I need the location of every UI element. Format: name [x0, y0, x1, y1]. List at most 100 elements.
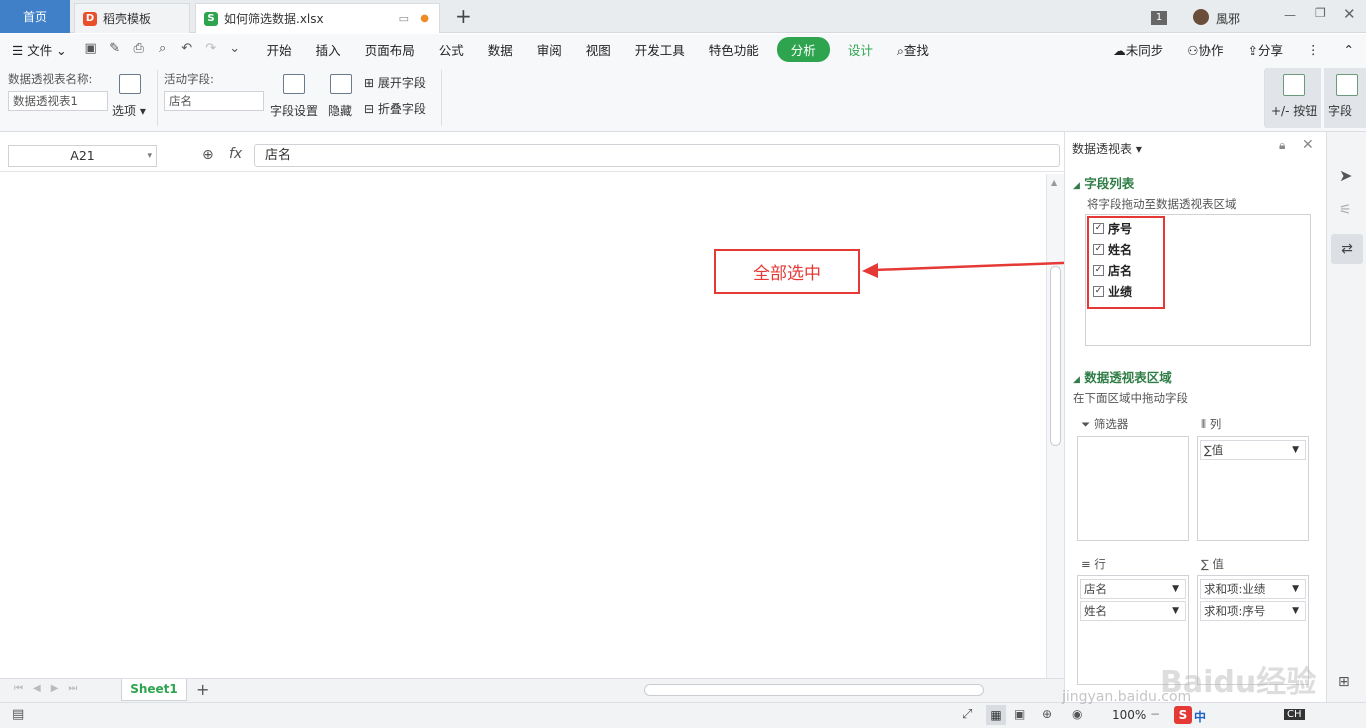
tab-bar: 首页 D 稻壳模板 S 如何筛选数据.xlsx ▭ ● + 1 風邪 — ❐ ✕: [0, 0, 1366, 33]
avatar[interactable]: [1193, 9, 1209, 25]
collapse-field-button[interactable]: ⊟ 折叠字段: [364, 100, 426, 117]
value-item-seq[interactable]: 求和项:序号 ▼: [1200, 601, 1306, 621]
vertical-scroll-thumb[interactable]: [1050, 266, 1061, 446]
filter-zone[interactable]: [1077, 436, 1189, 541]
search-icon: ⌕: [896, 42, 904, 58]
ime-language-icon[interactable]: CH: [1284, 709, 1305, 720]
collapse-ribbon-icon[interactable]: ⌃: [1332, 42, 1366, 57]
close-window-icon[interactable]: ✕: [1343, 5, 1356, 23]
menu-insert[interactable]: 插入: [304, 40, 353, 59]
zoom-level[interactable]: 100%: [1112, 708, 1146, 722]
zoom-formula-icon[interactable]: ⊕: [202, 147, 214, 163]
name-box-dropdown-icon[interactable]: ▾: [147, 146, 152, 166]
column-item-values[interactable]: ∑值 ▼: [1200, 440, 1306, 460]
sheet-nav-icons[interactable]: ⏮◀▶⏭: [14, 683, 87, 694]
fx-icon[interactable]: fx: [229, 146, 242, 162]
restore-icon[interactable]: ❐: [1315, 6, 1326, 20]
file-menu[interactable]: ☰ 文件 ⌄: [0, 40, 79, 59]
active-field-input[interactable]: 店名: [164, 91, 264, 111]
row-item-store[interactable]: 店名 ▼: [1080, 579, 1186, 599]
file-menu-label: 文件: [27, 42, 53, 58]
row-item-name[interactable]: 姓名 ▼: [1080, 601, 1186, 621]
panel-title[interactable]: 数据透视表 ▾: [1072, 140, 1142, 157]
pivot-panel-toggle-icon[interactable]: ⇄: [1331, 234, 1363, 264]
name-box[interactable]: A21 ▾: [8, 145, 157, 167]
spreadsheet-grid[interactable]: [0, 174, 1046, 678]
menu-page-layout[interactable]: 页面布局: [353, 40, 427, 59]
field-settings-button[interactable]: 字段设置: [270, 102, 318, 119]
horizontal-scroll-thumb[interactable]: [644, 684, 984, 696]
plus-minus-label: +/- 按钮: [1271, 104, 1318, 118]
monitor-icon[interactable]: ▭: [399, 12, 409, 25]
sheet-tab-sheet1[interactable]: Sheet1: [121, 679, 187, 701]
lock-icon[interactable]: 🔒︎: [1279, 138, 1285, 153]
new-tab-button[interactable]: +: [455, 4, 472, 28]
zoom-out-icon[interactable]: −: [1150, 707, 1160, 721]
menu-start[interactable]: 开始: [255, 40, 304, 59]
undo-icon[interactable]: ↶: [178, 41, 196, 57]
menu-view[interactable]: 视图: [574, 40, 623, 59]
expand-field-button[interactable]: ⊞ 展开字段: [364, 74, 426, 91]
format-painter-icon[interactable]: ✎: [106, 41, 124, 57]
hide-button[interactable]: 隐藏: [328, 102, 352, 119]
dropdown-icon[interactable]: ▼: [1292, 441, 1299, 459]
fullscreen-icon[interactable]: ⤢: [962, 707, 972, 722]
save-icon[interactable]: ▣: [82, 41, 100, 57]
field-headers-button[interactable]: 字段: [1324, 68, 1366, 128]
dropdown-icon[interactable]: ▼: [1292, 580, 1299, 598]
ime-mode[interactable]: 中: [1194, 708, 1206, 725]
sync-button[interactable]: ☁未同步: [1101, 40, 1175, 59]
menu-formula[interactable]: 公式: [427, 40, 476, 59]
menu-review[interactable]: 审阅: [525, 40, 574, 59]
print-preview-icon[interactable]: ⌕: [154, 41, 172, 57]
menu-special[interactable]: 特色功能: [697, 40, 771, 59]
dropdown-icon[interactable]: ▼: [1292, 602, 1299, 620]
hide-icon: [330, 74, 352, 94]
cursor-tool-icon[interactable]: ➤: [1339, 166, 1352, 185]
plus-minus-button[interactable]: +/- 按钮: [1265, 68, 1321, 128]
print-icon[interactable]: ⎙: [130, 41, 148, 57]
share-button[interactable]: ⇪分享: [1236, 40, 1296, 59]
minimize-icon[interactable]: —: [1284, 8, 1296, 22]
window-count-badge[interactable]: 1: [1151, 11, 1167, 25]
eye-protection-icon[interactable]: ◉: [1072, 707, 1082, 721]
menu-data[interactable]: 数据: [476, 40, 525, 59]
pt-name-input[interactable]: 数据透视表1: [8, 91, 108, 111]
value-item-perf[interactable]: 求和项:业绩 ▼: [1200, 579, 1306, 599]
annotation-arrow: [862, 260, 1089, 278]
more-options-icon[interactable]: ⋮: [1295, 42, 1332, 57]
add-sheet-button[interactable]: +: [196, 680, 209, 699]
dropdown-icon[interactable]: ▼: [1172, 580, 1179, 598]
menu-design[interactable]: 设计: [836, 40, 885, 59]
tab-home[interactable]: 首页: [0, 0, 70, 33]
search-menu[interactable]: ⌕查找: [885, 40, 941, 59]
pivot-area-section[interactable]: ◢ 数据透视表区域: [1073, 367, 1172, 386]
vertical-scrollbar[interactable]: ▲: [1046, 174, 1064, 678]
more-icon[interactable]: ⌄: [226, 41, 244, 57]
page-break-view-icon[interactable]: ⊕: [1042, 707, 1052, 721]
collab-button[interactable]: ⚇协作: [1175, 40, 1235, 59]
scroll-up-icon[interactable]: ▲: [1051, 178, 1057, 187]
redo-icon[interactable]: ↷: [202, 41, 220, 57]
grid-view-icon[interactable]: ⊞: [1338, 674, 1350, 690]
dropdown-icon[interactable]: ▼: [1172, 602, 1179, 620]
column-label: ⦀ 列: [1201, 416, 1221, 432]
tab-document[interactable]: S 如何筛选数据.xlsx ▭ ●: [195, 3, 440, 33]
menu-developer[interactable]: 开发工具: [623, 40, 697, 59]
status-sheet-icon[interactable]: ▤: [12, 707, 24, 722]
value-item-label: 求和项:业绩: [1204, 582, 1266, 596]
formula-input[interactable]: 店名: [254, 144, 1060, 167]
adjust-icon[interactable]: ⚟: [1339, 202, 1352, 218]
options-button[interactable]: 选项 ▾: [112, 102, 146, 119]
menu-analyze[interactable]: 分析: [776, 36, 830, 62]
ime-logo-icon[interactable]: S: [1174, 706, 1192, 724]
field-list-section[interactable]: ◢ 字段列表: [1073, 173, 1134, 192]
filter-icon: ⏷: [1081, 417, 1091, 431]
column-zone[interactable]: ∑值 ▼: [1197, 436, 1309, 541]
tab-template[interactable]: D 稻壳模板: [74, 3, 190, 33]
user-name[interactable]: 風邪: [1216, 10, 1240, 27]
close-panel-icon[interactable]: ✕: [1302, 137, 1314, 153]
page-layout-view-icon[interactable]: ▣: [1014, 707, 1025, 721]
formula-bar: A21 ▾ ⊕ fx 店名: [0, 140, 1064, 172]
normal-view-icon[interactable]: ▦: [986, 705, 1006, 725]
